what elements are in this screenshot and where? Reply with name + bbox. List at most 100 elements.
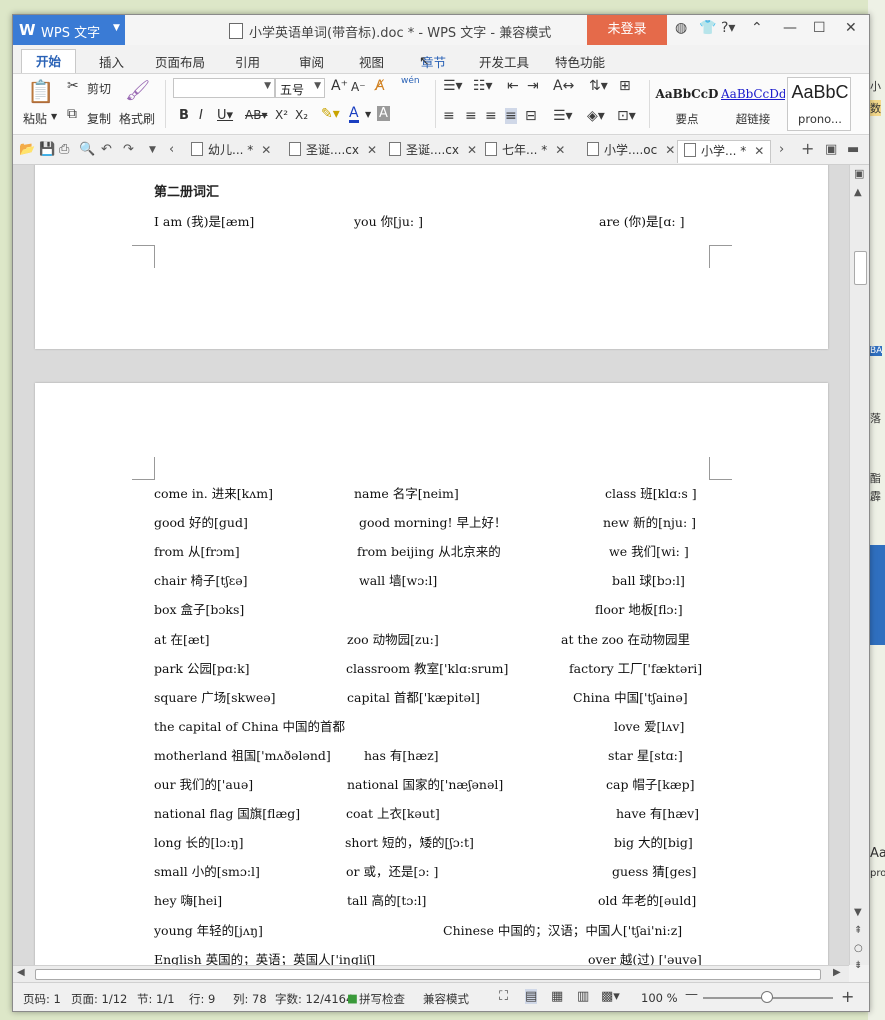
align-center-icon[interactable]: ≡ (465, 108, 477, 124)
style-hyperlink[interactable]: AaBbCcDd 超链接 (721, 77, 785, 131)
phonetic-guide-icon[interactable]: wén (401, 76, 420, 86)
highlight-icon[interactable]: ✎▾ (321, 106, 340, 122)
paste-icon[interactable]: 📋 (27, 80, 54, 105)
superscript-icon[interactable]: X² (275, 108, 288, 122)
chevron-down-icon[interactable]: ▼ (365, 110, 371, 119)
vertical-scrollbar[interactable]: ▣ ▲ ▼ ⇞ ○ ⇟ (849, 165, 869, 971)
close-icon[interactable]: ✕ (555, 143, 565, 157)
doc-tab[interactable]: 幼儿... * ✕ (191, 140, 271, 162)
bold-icon[interactable]: B (179, 108, 189, 123)
tab-references[interactable]: 引用 (235, 52, 260, 71)
print-preview-icon[interactable]: 🔍 (79, 142, 95, 157)
copy-icon[interactable]: ⧉ (67, 106, 77, 122)
underline-icon[interactable]: U▾ (217, 108, 233, 123)
paste-button[interactable]: 粘贴 (23, 110, 47, 127)
doc-tab-active[interactable]: 小学... * ✕ (677, 140, 772, 163)
zoom-slider[interactable] (703, 991, 833, 1003)
doc-tab[interactable]: 小学....oc ✕ (587, 140, 675, 162)
cut-button[interactable]: 剪切 (87, 80, 111, 97)
arrow-down-icon[interactable]: ▼ (854, 907, 862, 918)
shrink-font-icon[interactable]: A⁻ (351, 80, 366, 94)
zoom-slider-knob[interactable] (761, 991, 773, 1003)
print-icon[interactable]: ⎙ (59, 142, 69, 157)
strikethrough-icon[interactable]: AB▾ (245, 108, 267, 122)
status-page-code[interactable]: 页码: 1 (23, 991, 61, 1007)
outline-view-icon[interactable]: ▦ (551, 989, 563, 1004)
close-icon[interactable]: ✕ (754, 144, 764, 158)
redo-icon[interactable]: ↷ (123, 142, 134, 157)
skin-shirt-icon[interactable]: 👕 (699, 20, 716, 36)
paragraph-shading-icon[interactable]: ◈▾ (587, 108, 605, 124)
arrow-left-icon[interactable]: ◀ (17, 967, 25, 978)
italic-icon[interactable]: I (199, 108, 203, 123)
zoom-level[interactable]: 100 % (641, 991, 678, 1005)
char-shading-icon[interactable]: A (377, 106, 390, 121)
reading-mode-icon[interactable]: ▩▾ (601, 989, 620, 1004)
zoom-in-icon[interactable]: + (841, 987, 854, 1006)
numbering-icon[interactable]: ☷▾ (473, 78, 493, 94)
copy-button[interactable]: 复制 (87, 110, 111, 127)
format-painter-button[interactable]: 格式刷 (119, 110, 155, 127)
horizontal-scrollbar[interactable]: ◀ ▶ (13, 965, 849, 982)
borders-icon[interactable]: ⊡▾ (617, 108, 636, 124)
decrease-indent-icon[interactable]: ⇤ (507, 78, 519, 94)
tab-developer[interactable]: 开发工具 (479, 52, 529, 71)
close-icon[interactable]: ✕ (467, 143, 477, 157)
tab-review[interactable]: 审阅 (299, 52, 324, 71)
tab-insert[interactable]: 插入 (99, 52, 124, 71)
increase-indent-icon[interactable]: ⇥ (527, 78, 539, 94)
distribute-icon[interactable]: ⊟ (525, 108, 537, 124)
text-direction-icon[interactable]: A↔ (553, 78, 574, 94)
justify-icon[interactable]: ≡ (505, 108, 517, 124)
scissors-icon[interactable]: ✂ (67, 78, 79, 94)
style-pronunciation[interactable]: AaBbC prono... (787, 77, 851, 131)
chevron-left-icon[interactable]: ‹ (169, 142, 174, 157)
bullets-icon[interactable]: ☰▾ (443, 78, 463, 94)
open-folder-icon[interactable]: 📂 (19, 142, 35, 157)
tab-menu-icon[interactable]: ▬ (847, 142, 859, 157)
browse-object-icon[interactable]: ○ (854, 943, 863, 954)
scroll-thumb[interactable] (35, 969, 821, 980)
status-spell-check[interactable]: 拼写检查 (359, 991, 405, 1007)
app-menu-button[interactable]: W WPS 文字 ▼ (13, 15, 125, 45)
doc-tab[interactable]: 圣诞....cx ✕ (389, 140, 477, 162)
close-icon[interactable]: ✕ (845, 20, 857, 36)
chevron-right-icon[interactable]: › (779, 142, 784, 157)
tab-home[interactable]: 开始 (21, 49, 77, 73)
scroll-thumb[interactable] (854, 251, 867, 285)
font-color-icon[interactable]: A (349, 106, 359, 123)
tab-view[interactable]: 视图 (359, 52, 384, 71)
grow-font-icon[interactable]: A⁺ (331, 78, 348, 94)
close-icon[interactable]: ✕ (261, 143, 271, 157)
status-word-count[interactable]: 字数: 12/4164 (275, 991, 353, 1007)
pin-icon[interactable]: ▣ (854, 167, 864, 180)
table-border-icon[interactable]: ⊞ (619, 78, 631, 94)
align-right-icon[interactable]: ≡ (485, 108, 497, 124)
undo-icon[interactable]: ↶ (101, 142, 112, 157)
prev-page-icon[interactable]: ⇞ (854, 925, 862, 936)
tab-page-layout[interactable]: 页面布局 (155, 52, 205, 71)
full-screen-icon[interactable]: ⛶ (499, 989, 508, 1004)
clear-format-icon[interactable]: A̸ (375, 78, 385, 94)
close-icon[interactable]: ✕ (665, 143, 675, 157)
font-name-select[interactable]: ▼ (173, 78, 275, 98)
font-size-select[interactable]: 五号 ▼ (275, 78, 325, 98)
zoom-out-icon[interactable]: — (685, 987, 698, 1002)
next-page-icon[interactable]: ⇟ (854, 960, 862, 971)
sort-icon[interactable]: ⇅▾ (589, 78, 608, 94)
collapse-ribbon-icon[interactable]: ⌃ (751, 20, 763, 36)
login-button[interactable]: 未登录 (587, 15, 667, 45)
help-circle-icon[interactable]: ◍ (675, 20, 687, 36)
doc-tab[interactable]: 七年... * ✕ (485, 140, 565, 162)
arrow-right-icon[interactable]: ▶ (833, 967, 841, 978)
help-icon[interactable]: ?▾ (721, 20, 735, 36)
page-view-icon[interactable]: ▤ (525, 989, 538, 1004)
doc-tab[interactable]: 圣诞....cx ✕ (289, 140, 377, 162)
style-key-points[interactable]: AaBbCcD 要点 (655, 77, 719, 131)
align-left-icon[interactable]: ≡ (443, 108, 455, 124)
subscript-icon[interactable]: X₂ (295, 108, 308, 122)
chevron-down-icon[interactable]: ▼ (51, 112, 57, 121)
line-spacing-icon[interactable]: ☰▾ (553, 108, 573, 124)
status-pages[interactable]: 页面: 1/12 (71, 991, 127, 1007)
tab-list-icon[interactable]: ▣ (825, 142, 837, 157)
